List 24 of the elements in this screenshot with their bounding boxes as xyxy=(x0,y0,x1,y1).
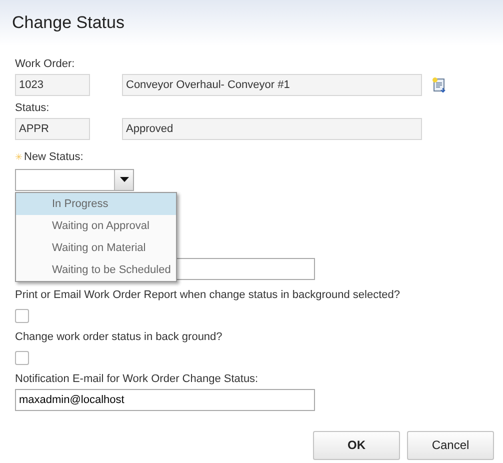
field-label: Work Order: xyxy=(15,58,76,71)
read-only-field: APPR xyxy=(15,118,90,140)
dropdown-option[interactable]: Waiting on Approval xyxy=(16,215,176,237)
required-icon: ✳ xyxy=(15,150,23,164)
field-label: Print or Email Work Order Report when change status in background selected? xyxy=(15,288,401,302)
field-label: Status: xyxy=(15,102,50,115)
field-label: New Status: xyxy=(24,150,84,165)
dropdown-field[interactable] xyxy=(15,168,134,190)
caret-icon[interactable] xyxy=(120,177,128,182)
field-label: Notification E-mail for Work Order Change Status: xyxy=(15,372,260,386)
dropdown-option[interactable]: Waiting to be Scheduled xyxy=(16,259,176,281)
dialog-button[interactable]: OK xyxy=(313,430,400,460)
read-only-field: Conveyor Overhaul- Conveyor #1 xyxy=(122,74,422,96)
dropdown-option[interactable]: In Progress xyxy=(16,193,176,215)
read-only-field: 1023 xyxy=(15,74,90,96)
read-only-field: Approved xyxy=(122,118,422,140)
dropdown-option[interactable]: Waiting on Material xyxy=(16,237,176,259)
email-field[interactable]: maxadmin@localhost xyxy=(15,388,315,410)
dialog-title: Change Status xyxy=(12,12,126,34)
checkbox[interactable] xyxy=(15,308,29,322)
checkbox[interactable] xyxy=(15,350,29,364)
dialog-button[interactable]: Cancel xyxy=(407,430,494,460)
document-icon[interactable] xyxy=(431,77,447,93)
field-label: Change work order status in back ground? xyxy=(15,330,224,344)
